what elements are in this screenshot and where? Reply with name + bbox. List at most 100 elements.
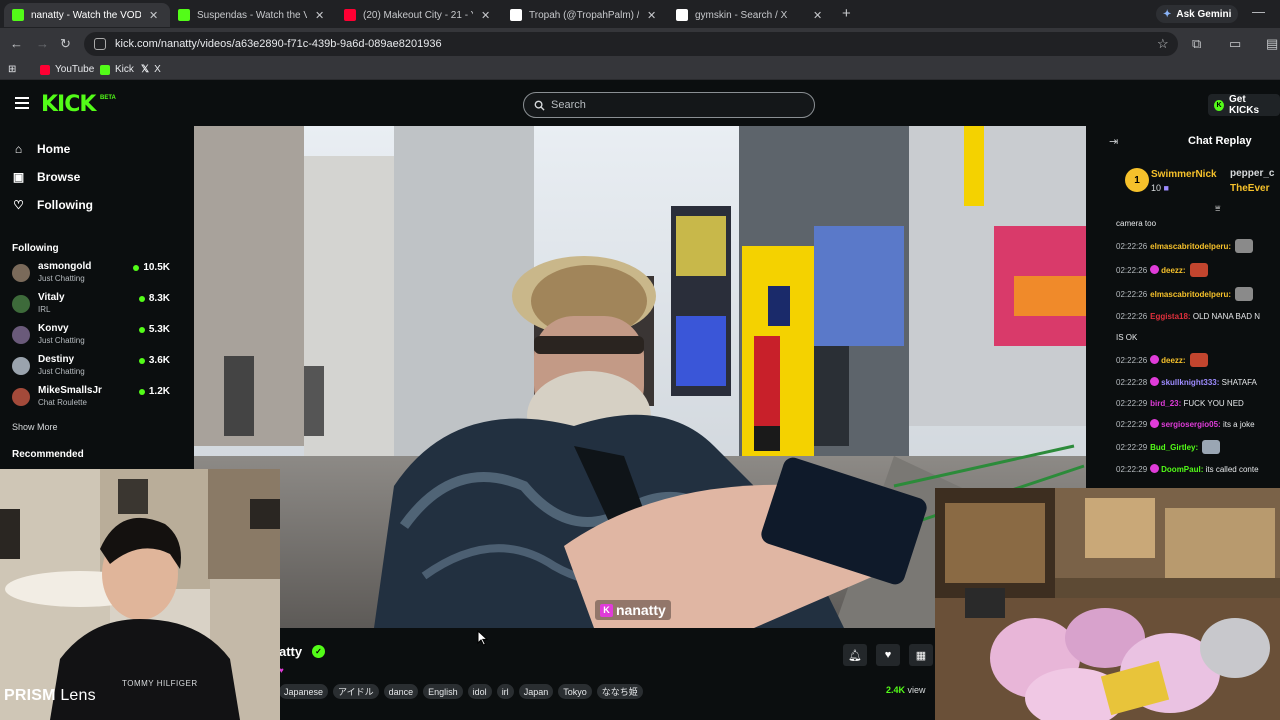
sidepanel-icon[interactable]: ▤	[1266, 36, 1278, 52]
browser-tab[interactable]: nanatty - Watch the VOD on ✕	[4, 3, 170, 27]
bookmark-x[interactable]: 𝕏 X	[141, 64, 161, 75]
view-count-label: view	[907, 685, 926, 695]
chat-username[interactable]: elmascabritodelperu:	[1150, 290, 1231, 299]
bookmark-x-label: X	[154, 64, 161, 75]
chat-text: IS OK	[1116, 333, 1138, 342]
chat-username[interactable]: Eggista18:	[1150, 312, 1190, 321]
bookmark-kick[interactable]: Kick	[100, 64, 134, 75]
live-dot-icon	[138, 388, 145, 395]
bookmark-kick-label: Kick	[115, 64, 134, 75]
channel-name: Destiny	[38, 354, 75, 365]
tag-list: Japanese アイドル dance English idol irl Japan Toky…	[279, 684, 643, 699]
avatar	[12, 264, 30, 282]
stream-tag[interactable]: Tokyo	[558, 684, 592, 699]
collapse-chat-icon[interactable]: ⇥	[1109, 135, 1118, 148]
ask-gemini-button[interactable]: ✦ Ask Gemini	[1156, 5, 1239, 23]
nav-following-label: Following	[37, 198, 93, 212]
close-tab-icon[interactable]: ✕	[149, 9, 158, 22]
top-gifter-count: 10 ■	[1151, 183, 1169, 193]
channel-category: Chat Roulette	[38, 398, 87, 407]
nav-following[interactable]: ♡ Following	[12, 198, 93, 212]
follow-heart-button[interactable]: ♥	[876, 644, 900, 666]
gift-button[interactable]: ▦	[909, 644, 933, 666]
close-tab-icon[interactable]: ✕	[647, 9, 656, 22]
bookmark-star-icon[interactable]: ☆	[1157, 36, 1169, 52]
chat-username[interactable]: bird_23:	[1150, 399, 1181, 408]
get-kicks-button[interactable]: K Get KICKs	[1208, 94, 1280, 116]
browser-tab[interactable]: gymskin - Search / X ✕	[668, 3, 834, 27]
expand-pinned-icon[interactable]: ⩸	[1215, 203, 1220, 214]
tab-favicon-icon	[676, 9, 688, 21]
chat-message: 02:22:26 elmascabritodelperu:	[1116, 287, 1280, 301]
browser-tab[interactable]: Tropah (@TropahPalm) / X ✕	[502, 3, 668, 27]
apps-grid-icon[interactable]: ⊞	[8, 64, 16, 75]
bookmark-youtube[interactable]: YouTube	[40, 64, 94, 75]
tab-title: (20) Makeout City - 21 - YouTube	[363, 9, 473, 21]
third-gifter-name[interactable]: TheEver	[1230, 183, 1269, 194]
chat-timestamp: 02:22:29	[1116, 443, 1148, 452]
chat-username[interactable]: sergiosergio05:	[1161, 420, 1221, 429]
channel-name[interactable]: atty	[279, 644, 302, 659]
chat-message: 02:22:29 Bud_Girtley:	[1116, 440, 1280, 454]
chat-username[interactable]: deezz:	[1161, 356, 1185, 365]
stream-tag[interactable]: Japanese	[279, 684, 329, 699]
following-channel-destiny[interactable]: Destiny Just Chatting 3.6K	[12, 353, 170, 379]
following-channel-asmongold[interactable]: asmongold Just Chatting 10.5K	[12, 260, 170, 286]
gift-icon: ■	[1163, 183, 1169, 193]
address-bar[interactable]: kick.com/nanatty/videos/a63e2890-f71c-43…	[84, 32, 1178, 56]
tab-favicon-icon	[12, 9, 24, 21]
back-icon[interactable]: ←	[10, 36, 23, 51]
close-tab-icon[interactable]: ✕	[481, 9, 490, 22]
menu-icon[interactable]	[15, 97, 29, 109]
nav-browse[interactable]: ▣ Browse	[12, 170, 81, 184]
minimize-window-button[interactable]: —	[1252, 4, 1265, 19]
chat-message: 02:22:29 DoomPaul: its called conte	[1116, 464, 1280, 475]
reload-icon[interactable]: ↻	[60, 36, 71, 52]
browser-tab[interactable]: Suspendas - Watch the VOD on ✕	[170, 3, 336, 27]
search-bar[interactable]	[523, 92, 815, 118]
avatar	[12, 326, 30, 344]
cast-icon[interactable]: ▭	[1229, 36, 1241, 52]
chat-username[interactable]: Bud_Girtley:	[1150, 443, 1198, 452]
chat-username[interactable]: DoomPaul:	[1161, 465, 1203, 474]
close-tab-icon[interactable]: ✕	[813, 9, 822, 22]
following-channel-vitaly[interactable]: Vitaly IRL 8.3K	[12, 291, 170, 317]
recommended-section-title: Recommended	[12, 449, 84, 460]
tab-title: Suspendas - Watch the VOD on	[197, 9, 307, 21]
browser-tab[interactable]: (20) Makeout City - 21 - YouTube ✕	[336, 3, 502, 27]
stream-tag[interactable]: dance	[383, 684, 419, 699]
stream-tag[interactable]: ななち姫	[596, 684, 643, 699]
site-info-icon[interactable]	[94, 38, 106, 50]
kick-k-icon: K	[600, 603, 613, 617]
forward-icon[interactable]: →	[36, 36, 49, 51]
chat-message: IS OK	[1116, 332, 1280, 343]
subscriber-badge-icon	[1150, 419, 1160, 428]
prism-lens-watermark: PRISM Lens	[4, 687, 96, 705]
new-tab-button[interactable]: +	[842, 5, 851, 22]
stream-tag[interactable]: irl	[496, 684, 514, 699]
chat-username[interactable]: elmascabritodelperu:	[1150, 242, 1231, 251]
nav-home[interactable]: ⌂ Home	[12, 142, 70, 156]
close-tab-icon[interactable]: ✕	[315, 9, 324, 22]
second-gifter-name[interactable]: pepper_c	[1230, 168, 1274, 179]
notification-bell-button[interactable]: 🔔︎	[843, 644, 867, 666]
chat-username[interactable]: deezz:	[1161, 266, 1185, 275]
stream-tag[interactable]: English	[423, 684, 463, 699]
chat-timestamp: 02:22:26	[1116, 242, 1148, 251]
kick-logo[interactable]: KICK	[41, 92, 96, 117]
show-more-link[interactable]: Show More	[12, 422, 58, 432]
stream-tag[interactable]: Japan	[518, 684, 554, 699]
chat-message: camera too	[1116, 218, 1280, 229]
room-camera-overlay	[935, 488, 1280, 720]
chat-timestamp: 02:22:26	[1116, 290, 1148, 299]
chat-username[interactable]: skullknight333:	[1161, 378, 1219, 387]
extensions-icon[interactable]: ⧉	[1192, 36, 1201, 52]
following-channel-mikesmallsjr[interactable]: MikeSmallsJr Chat Roulette 1.2K	[12, 384, 170, 410]
following-channel-konvy[interactable]: Konvy Just Chatting 5.3K	[12, 322, 170, 348]
browser-tab-strip: nanatty - Watch the VOD on✕Suspendas - W…	[0, 0, 1280, 28]
search-input[interactable]	[551, 99, 791, 111]
stream-tag[interactable]: アイドル	[333, 684, 379, 699]
top-gifter-name[interactable]: SwimmerNick	[1151, 169, 1217, 180]
stream-tag[interactable]: idol	[467, 684, 492, 699]
kicks-coin-icon: K	[1214, 99, 1224, 111]
